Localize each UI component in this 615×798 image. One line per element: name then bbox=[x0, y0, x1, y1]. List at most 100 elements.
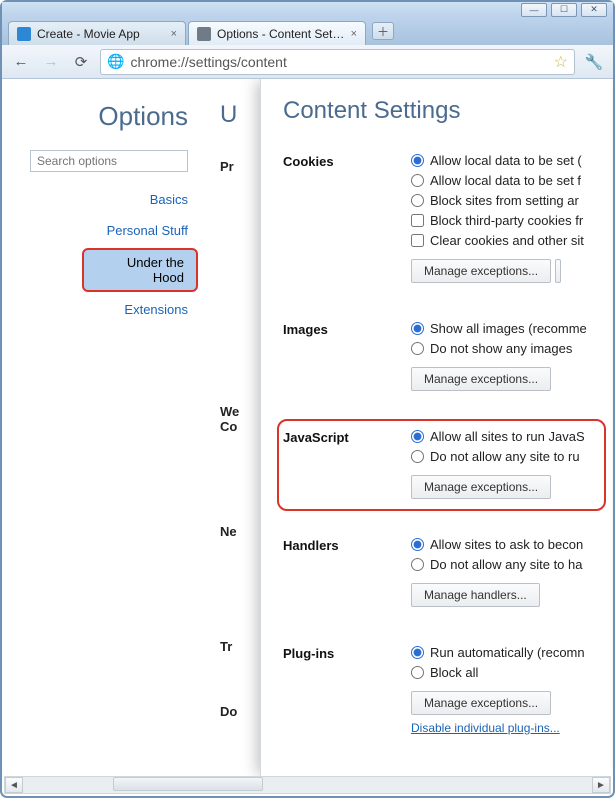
browser-toolbar: ← → ⟳ 🌐 chrome://settings/content ☆ 🔧 bbox=[2, 45, 613, 79]
tab-close-icon[interactable]: × bbox=[171, 28, 177, 40]
plugins-option-block[interactable]: Block all bbox=[411, 665, 612, 680]
section-title-images: Images bbox=[283, 321, 411, 391]
sidebar-link-basics[interactable]: Basics bbox=[2, 184, 200, 215]
handlers-option-allow[interactable]: Allow sites to ask to becon bbox=[411, 537, 612, 552]
images-option-show[interactable]: Show all images (recomme bbox=[411, 321, 612, 336]
handlers-option-block[interactable]: Do not allow any site to ha bbox=[411, 557, 612, 572]
checkbox-input[interactable] bbox=[411, 234, 424, 247]
options-heading: Options bbox=[2, 101, 188, 132]
tab-title: Options - Content Settings bbox=[217, 27, 347, 41]
radio-input[interactable] bbox=[411, 666, 424, 679]
option-label: Show all images (recomme bbox=[430, 321, 587, 336]
cookies-option-clear-on-exit[interactable]: Clear cookies and other sit bbox=[411, 233, 612, 248]
cookies-manage-exceptions-button[interactable]: Manage exceptions... bbox=[411, 259, 551, 283]
cookies-option-block[interactable]: Block sites from setting ar bbox=[411, 193, 612, 208]
tab-close-icon[interactable]: × bbox=[351, 28, 357, 40]
section-title-javascript: JavaScript bbox=[283, 429, 411, 499]
section-plugins: Plug-ins Run automatically (recomn Block… bbox=[283, 645, 612, 738]
radio-input[interactable] bbox=[411, 194, 424, 207]
javascript-option-block[interactable]: Do not allow any site to ru bbox=[411, 449, 612, 464]
radio-input[interactable] bbox=[411, 342, 424, 355]
cookies-option-block-3p[interactable]: Block third-party cookies fr bbox=[411, 213, 612, 228]
radio-input[interactable] bbox=[411, 430, 424, 443]
options-sidebar: Options Basics Personal Stuff Under the … bbox=[2, 79, 212, 776]
window-titlebar: — ☐ ✕ bbox=[2, 2, 613, 17]
option-label: Allow all sites to run JavaS bbox=[430, 429, 585, 444]
radio-input[interactable] bbox=[411, 538, 424, 551]
radio-input[interactable] bbox=[411, 450, 424, 463]
globe-icon: 🌐 bbox=[107, 53, 124, 70]
sidebar-link-personal-stuff[interactable]: Personal Stuff bbox=[2, 215, 200, 246]
scroll-track[interactable] bbox=[23, 777, 592, 793]
plugins-manage-exceptions-button[interactable]: Manage exceptions... bbox=[411, 691, 551, 715]
tab-options[interactable]: Options - Content Settings × bbox=[188, 21, 366, 45]
chevron-left-icon: ◄ bbox=[9, 780, 19, 791]
forward-button[interactable]: → bbox=[40, 51, 62, 73]
favicon-icon bbox=[17, 27, 31, 41]
scroll-right-button[interactable]: ► bbox=[592, 777, 610, 793]
section-handlers: Handlers Allow sites to ask to becon Do … bbox=[283, 537, 612, 607]
section-body-plugins: Run automatically (recomn Block all Mana… bbox=[411, 645, 612, 738]
back-button[interactable]: ← bbox=[10, 51, 32, 73]
option-label: Do not allow any site to ha bbox=[430, 557, 582, 572]
section-body-images: Show all images (recomme Do not show any… bbox=[411, 321, 612, 391]
new-tab-button[interactable]: ＋ bbox=[372, 22, 394, 40]
option-label: Block third-party cookies fr bbox=[430, 213, 583, 228]
sidebar-link-under-the-hood[interactable]: Under the Hood bbox=[82, 248, 198, 292]
checkbox-input[interactable] bbox=[411, 214, 424, 227]
scroll-thumb[interactable] bbox=[113, 777, 263, 791]
cookies-option-allow-session[interactable]: Allow local data to be set f bbox=[411, 173, 612, 188]
section-body-cookies: Allow local data to be set ( Allow local… bbox=[411, 153, 612, 283]
radio-input[interactable] bbox=[411, 558, 424, 571]
close-icon: ✕ bbox=[590, 4, 598, 15]
javascript-manage-exceptions-button[interactable]: Manage exceptions... bbox=[411, 475, 551, 499]
images-option-hide[interactable]: Do not show any images bbox=[411, 341, 612, 356]
maximize-button[interactable]: ☐ bbox=[551, 3, 577, 17]
content-settings-heading: Content Settings bbox=[283, 97, 612, 125]
section-cookies: Cookies Allow local data to be set ( All… bbox=[283, 153, 612, 283]
content-settings-panel: Content Settings Cookies Allow local dat… bbox=[260, 79, 612, 776]
bookmark-star-icon[interactable]: ☆ bbox=[554, 52, 568, 72]
cookies-second-button-clip[interactable] bbox=[555, 259, 561, 283]
option-label: Allow local data to be set f bbox=[430, 173, 581, 188]
section-javascript: JavaScript Allow all sites to run JavaS … bbox=[283, 429, 612, 499]
back-icon: ← bbox=[14, 53, 29, 70]
horizontal-scrollbar[interactable]: ◄ ► bbox=[4, 776, 611, 794]
sidebar-link-extensions[interactable]: Extensions bbox=[2, 294, 200, 325]
option-label: Do not allow any site to ru bbox=[430, 449, 580, 464]
plus-icon: ＋ bbox=[377, 23, 389, 40]
minimize-button[interactable]: — bbox=[521, 3, 547, 17]
javascript-option-allow[interactable]: Allow all sites to run JavaS bbox=[411, 429, 612, 444]
section-body-javascript: Allow all sites to run JavaS Do not allo… bbox=[411, 429, 612, 499]
tab-title: Create - Movie App bbox=[37, 27, 167, 41]
images-manage-exceptions-button[interactable]: Manage exceptions... bbox=[411, 367, 551, 391]
radio-input[interactable] bbox=[411, 646, 424, 659]
wrench-menu-button[interactable]: 🔧 bbox=[583, 51, 605, 73]
wrench-icon: 🔧 bbox=[585, 53, 604, 71]
maximize-icon: ☐ bbox=[560, 4, 568, 15]
radio-input[interactable] bbox=[411, 154, 424, 167]
tab-movie-app[interactable]: Create - Movie App × bbox=[8, 21, 186, 45]
minimize-icon: — bbox=[530, 5, 539, 15]
search-options-input[interactable] bbox=[30, 150, 188, 172]
favicon-icon bbox=[197, 27, 211, 41]
cookies-option-allow[interactable]: Allow local data to be set ( bbox=[411, 153, 612, 168]
section-body-handlers: Allow sites to ask to becon Do not allow… bbox=[411, 537, 612, 607]
address-bar[interactable]: 🌐 chrome://settings/content ☆ bbox=[100, 49, 575, 75]
disable-individual-plugins-link[interactable]: Disable individual plug-ins... bbox=[411, 721, 560, 735]
option-label: Run automatically (recomn bbox=[430, 645, 585, 660]
option-label: Block sites from setting ar bbox=[430, 193, 579, 208]
section-title-handlers: Handlers bbox=[283, 537, 411, 607]
scroll-left-button[interactable]: ◄ bbox=[5, 777, 23, 793]
section-title-plugins: Plug-ins bbox=[283, 645, 411, 738]
section-images: Images Show all images (recomme Do not s… bbox=[283, 321, 612, 391]
radio-input[interactable] bbox=[411, 174, 424, 187]
radio-input[interactable] bbox=[411, 322, 424, 335]
close-window-button[interactable]: ✕ bbox=[581, 3, 607, 17]
page-content: Options Basics Personal Stuff Under the … bbox=[2, 79, 613, 776]
chevron-right-icon: ► bbox=[596, 780, 606, 791]
option-label: Allow local data to be set ( bbox=[430, 153, 582, 168]
manage-handlers-button[interactable]: Manage handlers... bbox=[411, 583, 540, 607]
reload-button[interactable]: ⟳ bbox=[70, 51, 92, 73]
plugins-option-run[interactable]: Run automatically (recomn bbox=[411, 645, 612, 660]
